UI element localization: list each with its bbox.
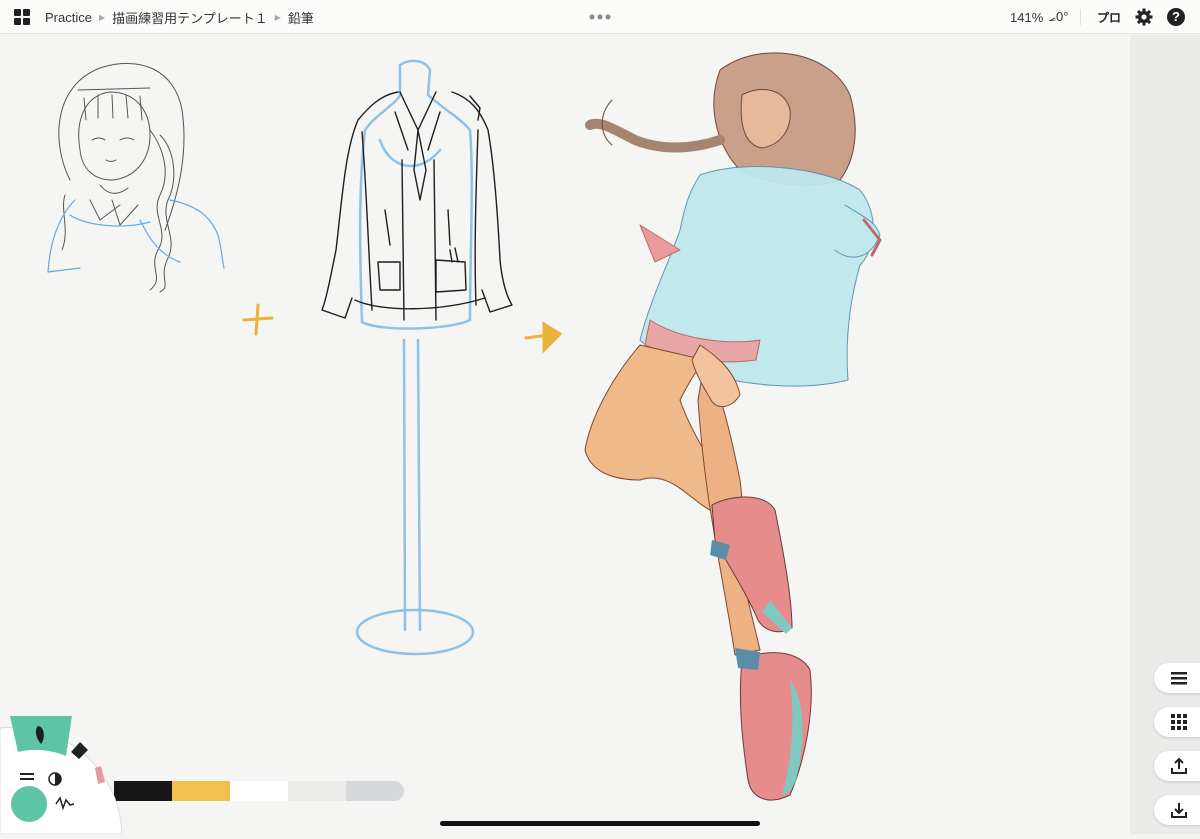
share-icon[interactable] xyxy=(1154,751,1200,781)
color-palette xyxy=(114,781,404,801)
zoom-indicator[interactable]: 141% ⦟0° xyxy=(1010,0,1068,34)
gear-icon[interactable] xyxy=(1135,8,1153,31)
rotation-angle: ⦟0° xyxy=(1048,9,1069,24)
layers-icon[interactable] xyxy=(1154,663,1200,693)
dots-grid-icon[interactable] xyxy=(1154,707,1200,737)
more-dots-icon[interactable] xyxy=(589,8,611,26)
swatch-gray[interactable] xyxy=(346,781,404,801)
swatch-white[interactable] xyxy=(230,781,288,801)
plus-mark xyxy=(242,303,274,336)
tool-wheel xyxy=(0,708,130,839)
mannequin xyxy=(355,59,475,656)
grid-icon[interactable] xyxy=(14,9,30,25)
artwork xyxy=(47,52,882,801)
size-lines-icon[interactable] xyxy=(20,773,34,775)
chevron-right-icon: ▶ xyxy=(274,12,281,22)
import-icon[interactable] xyxy=(1154,795,1200,825)
jacket xyxy=(321,91,513,321)
portrait-body xyxy=(47,199,225,273)
zoom-level: 141% xyxy=(1010,9,1044,25)
drawing-canvas[interactable] xyxy=(0,35,1130,834)
help-icon[interactable]: ? xyxy=(1167,8,1185,26)
top-bar: Practice ▶ 描画練習用テンプレート１ ▶ 鉛筆 141% ⦟0° プロ xyxy=(0,0,1200,34)
arrow-mark xyxy=(524,321,563,354)
current-color-swatch[interactable] xyxy=(11,786,47,822)
breadcrumb: Practice ▶ 描画練習用テンプレート１ ▶ 鉛筆 xyxy=(45,0,314,34)
breadcrumb-document[interactable]: 描画練習用テンプレート１ xyxy=(112,8,268,27)
breadcrumb-tool[interactable]: 鉛筆 xyxy=(288,8,314,27)
breadcrumb-gallery[interactable]: Practice xyxy=(45,10,92,25)
portrait-sketch xyxy=(58,63,185,293)
pro-button[interactable]: プロ xyxy=(1097,0,1121,34)
chevron-right-icon: ▶ xyxy=(98,12,106,22)
divider xyxy=(1080,9,1081,25)
colored-figure xyxy=(584,52,882,801)
swatch-yellow[interactable] xyxy=(172,781,230,801)
swatch-light-gray[interactable] xyxy=(288,781,346,801)
home-indicator[interactable] xyxy=(440,821,760,826)
